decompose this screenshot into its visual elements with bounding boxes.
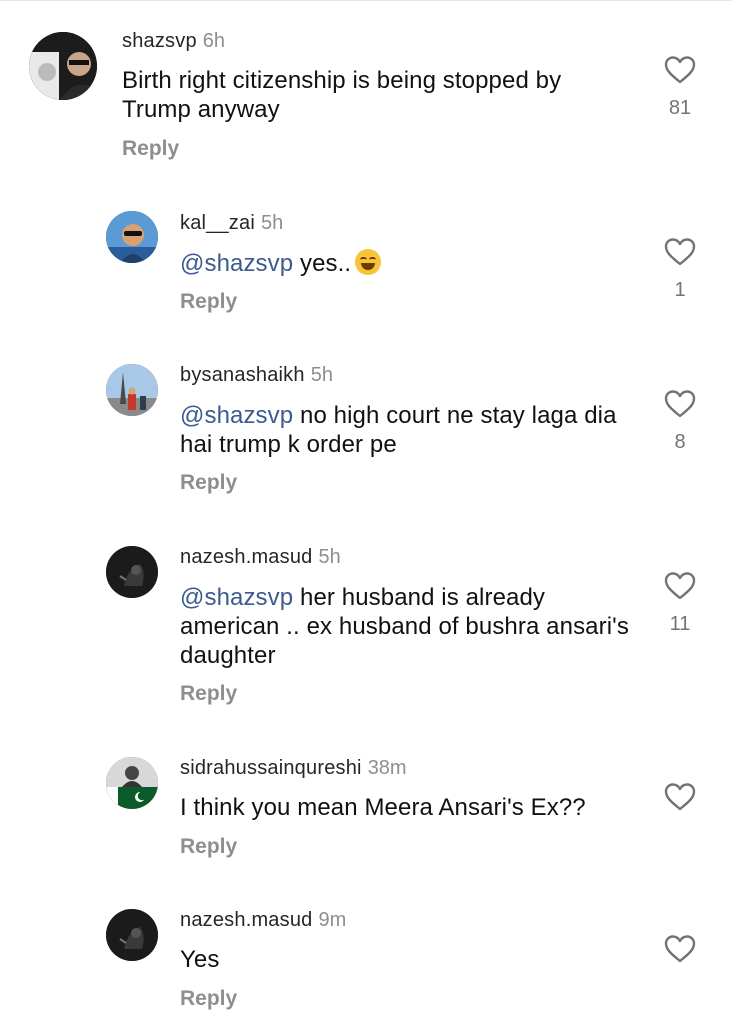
avatar[interactable] (106, 546, 158, 598)
mention-link[interactable]: @shazsvp (180, 584, 293, 611)
username[interactable]: nazesh.masud (180, 909, 312, 931)
comment-body: Birth right citizenship is being stopped… (122, 67, 562, 123)
comment-text: @shazsvp yes.. (180, 249, 650, 278)
username[interactable]: kal__zai (180, 212, 255, 234)
timestamp: 5h (318, 546, 341, 568)
comment-meta: sidrahussainqureshi 38m (180, 756, 407, 780)
username[interactable]: shazsvp (122, 30, 197, 52)
timestamp: 5h (310, 364, 333, 386)
comment-text: @shazsvp no high court ne stay laga dia … (180, 401, 650, 459)
like-heart-icon[interactable] (664, 571, 696, 601)
timestamp: 38m (367, 757, 407, 779)
username[interactable]: bysanashaikh (180, 364, 305, 386)
like-count: 1 (674, 279, 686, 301)
reply-button[interactable]: Reply (180, 682, 237, 706)
mention-link[interactable]: @shazsvp (180, 250, 293, 277)
comment-text: Birth right citizenship is being stopped… (122, 66, 592, 124)
avatar[interactable] (29, 32, 97, 100)
comment-text: @shazsvp her husband is already american… (180, 583, 650, 670)
laughing-emoji-icon (355, 249, 382, 275)
reply-button[interactable]: Reply (122, 137, 179, 161)
reply-button[interactable]: Reply (180, 471, 237, 495)
timestamp: 5h (260, 212, 284, 234)
like-heart-icon[interactable] (664, 934, 696, 964)
reply-button[interactable]: Reply (180, 987, 237, 1011)
comment-meta: kal__zai 5h (180, 211, 283, 235)
username[interactable]: sidrahussainqureshi (180, 757, 362, 779)
avatar[interactable] (106, 909, 158, 961)
comment-meta: bysanashaikh 5h (180, 363, 333, 387)
comment-body: Yes (180, 946, 220, 973)
like-count: 81 (668, 97, 692, 119)
like-heart-icon[interactable] (664, 237, 696, 267)
like-heart-icon[interactable] (664, 389, 696, 419)
reply-button[interactable]: Reply (180, 835, 237, 859)
like-count: 11 (669, 613, 691, 635)
timestamp: 9m (318, 909, 347, 931)
username[interactable]: nazesh.masud (180, 546, 312, 568)
comment-text: Yes (180, 945, 650, 974)
comment-meta: nazesh.masud 9m (180, 908, 346, 932)
reply-button[interactable]: Reply (180, 290, 237, 314)
comment-body: yes.. (300, 250, 352, 277)
like-heart-icon[interactable] (664, 782, 696, 812)
like-count: 8 (674, 431, 686, 453)
avatar[interactable] (106, 757, 158, 809)
like-heart-icon[interactable] (664, 55, 696, 85)
avatar[interactable] (106, 364, 158, 416)
mention-link[interactable]: @shazsvp (180, 402, 293, 429)
comment-meta: nazesh.masud 5h (180, 545, 341, 569)
comment-meta: shazsvp 6h (122, 29, 225, 53)
top-divider (0, 0, 732, 1)
comment-text: I think you mean Meera Ansari's Ex?? (180, 793, 650, 822)
avatar[interactable] (106, 211, 158, 263)
timestamp: 6h (202, 30, 226, 52)
comment-body: I think you mean Meera Ansari's Ex?? (180, 794, 586, 821)
